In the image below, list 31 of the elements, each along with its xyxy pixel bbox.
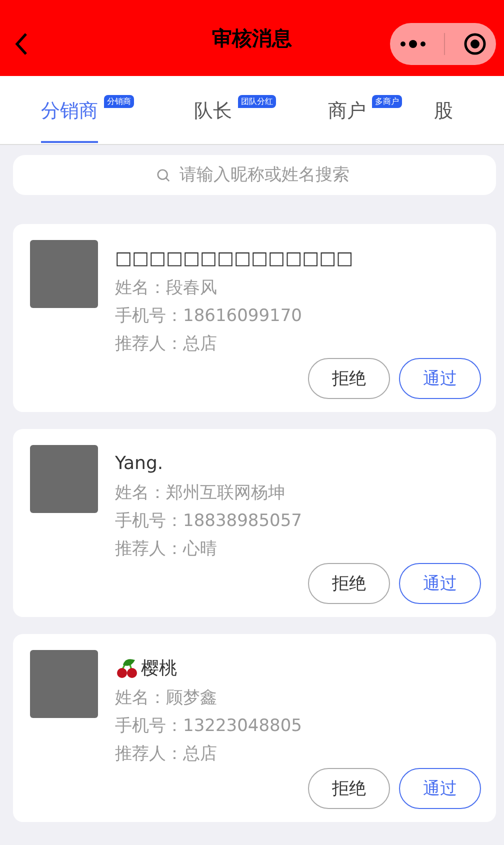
tab-badge: 团队分红 <box>238 95 276 108</box>
referrer-text: 推荐人：总店 <box>115 333 218 356</box>
approve-button[interactable]: 通过 <box>399 563 481 604</box>
name-text: 姓名：段春风 <box>115 277 218 300</box>
nickname-text: Yang. <box>115 452 164 474</box>
approve-button[interactable]: 通过 <box>399 768 481 809</box>
name-text: 姓名：顾梦鑫 <box>115 687 218 710</box>
phone-text: 手机号：13223048805 <box>115 715 303 738</box>
avatar-placeholder <box>30 650 98 718</box>
back-icon[interactable] <box>14 32 28 56</box>
search-icon <box>156 168 171 183</box>
more-icon[interactable] <box>398 39 427 49</box>
phone-text: 手机号：18838985057 <box>115 510 303 533</box>
referrer-text: 推荐人：心晴 <box>115 538 218 561</box>
name-text: 姓名：郑州互联网杨坤 <box>115 482 286 505</box>
reject-button[interactable]: 拒绝 <box>308 358 390 399</box>
nickname-text: □□□□□□□□□□□□□□ <box>115 248 354 268</box>
avatar-placeholder <box>30 445 98 513</box>
referrer-text: 推荐人：总店 <box>115 743 218 766</box>
phone-text: 手机号：18616099170 <box>115 305 303 328</box>
target-icon[interactable] <box>463 32 488 56</box>
reject-button[interactable]: 拒绝 <box>308 768 390 809</box>
tab[interactable]: 股 <box>434 76 453 143</box>
page-title: 审核消息 <box>212 24 292 52</box>
tab-badge: 分销商 <box>104 95 134 108</box>
reject-button[interactable]: 拒绝 <box>308 563 390 604</box>
approve-button[interactable]: 通过 <box>399 358 481 399</box>
nickname-text: 樱桃 <box>141 657 177 680</box>
tab-badge: 多商户 <box>372 95 402 108</box>
search-field[interactable]: 请输入昵称或姓名搜索 <box>13 155 496 195</box>
avatar-placeholder <box>30 240 98 308</box>
